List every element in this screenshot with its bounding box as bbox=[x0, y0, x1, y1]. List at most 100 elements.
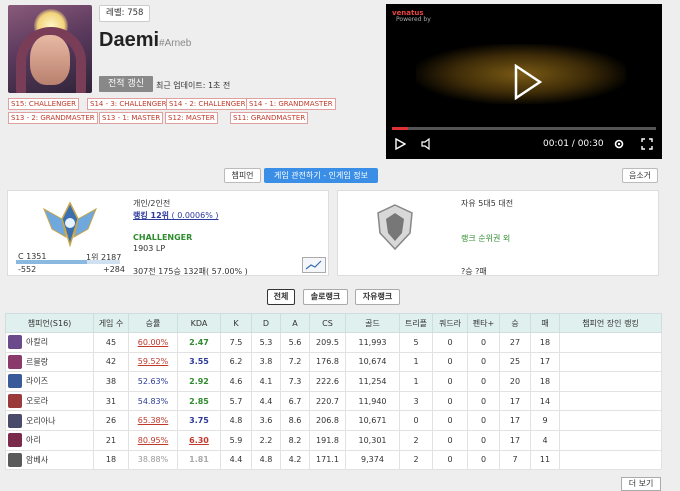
more-button[interactable]: 더 보기 bbox=[621, 477, 661, 491]
losses-cell: 9 bbox=[530, 410, 560, 431]
champion-icon bbox=[8, 354, 22, 369]
video-progress[interactable] bbox=[392, 127, 656, 130]
season-badge: S14 - 3: CHALLENGER bbox=[87, 98, 170, 110]
lp-plus: +284 bbox=[103, 265, 125, 274]
season-badge: S11: GRANDMASTER bbox=[230, 112, 309, 124]
losses-cell: 17 bbox=[530, 351, 560, 373]
table-row: 암베사 18 38.88% 1.81 4.4 4.8 4.2 171.1 9,374 2 0 0 7 11 bbox=[5, 449, 662, 471]
season-badge: S13 - 2: GRANDMASTER bbox=[8, 112, 98, 124]
filter-flex[interactable]: 자유랭크 bbox=[355, 289, 400, 305]
deaths-cell: 4.8 bbox=[251, 449, 281, 471]
games-cell: 26 bbox=[93, 410, 129, 431]
solo-record: 307전 175승 132패( 57.00% ) bbox=[133, 267, 248, 276]
chart-icon[interactable] bbox=[302, 257, 326, 273]
fullscreen-icon[interactable] bbox=[641, 138, 653, 150]
gold-cell: 10,301 bbox=[345, 429, 400, 451]
table-row: 오리아나 26 65.38% 3.75 4.8 3.6 8.6 206.8 10,671 0 0 0 1… bbox=[5, 410, 662, 431]
winrate-cell: 80.95% bbox=[128, 429, 178, 451]
wins-cell: 17 bbox=[499, 410, 531, 431]
triple-cell: 2 bbox=[399, 449, 433, 471]
season-badge: S12: MASTER bbox=[165, 112, 218, 124]
tab-ingame[interactable]: 게임 관전하기 - 인게임 정보 bbox=[264, 168, 378, 183]
champion-cell[interactable]: 라이즈 bbox=[5, 371, 94, 392]
winrate-cell: 65.38% bbox=[128, 410, 178, 431]
col-mastery-rank[interactable]: 챔피언 장인 랭킹 bbox=[559, 313, 662, 333]
tab-champion[interactable]: 챔피언 bbox=[224, 168, 261, 183]
col-wins[interactable]: 승 bbox=[499, 313, 531, 333]
col-kda[interactable]: KDA bbox=[177, 313, 221, 333]
champion-cell[interactable]: 아칼리 bbox=[5, 332, 94, 353]
triple-cell: 3 bbox=[399, 390, 433, 412]
col-quadra[interactable]: 쿼드라 bbox=[432, 313, 468, 333]
flex-queue-label: 자유 5대5 대전 bbox=[461, 199, 514, 208]
champion-cell[interactable]: 아리 bbox=[5, 429, 94, 451]
triple-cell: 1 bbox=[399, 371, 433, 392]
mastery-rank-cell bbox=[559, 332, 662, 353]
losses-cell: 18 bbox=[530, 371, 560, 392]
cs-cell: 209.5 bbox=[309, 332, 346, 353]
deaths-cell: 5.3 bbox=[251, 332, 281, 353]
col-a[interactable]: A bbox=[280, 313, 310, 333]
col-losses[interactable]: 패 bbox=[530, 313, 560, 333]
season-badge: S14 - 1: GRANDMASTER bbox=[246, 98, 336, 110]
champion-cell[interactable]: 르블랑 bbox=[5, 351, 94, 373]
gold-cell: 9,374 bbox=[345, 449, 400, 471]
games-cell: 21 bbox=[93, 429, 129, 451]
video-player[interactable]: Powered by venatus 00:01 / 00:30 bbox=[386, 4, 662, 159]
penta-cell: 0 bbox=[467, 429, 500, 451]
col-penta[interactable]: 펜타+ bbox=[467, 313, 500, 333]
assists-cell: 5.6 bbox=[280, 332, 310, 353]
col-gold[interactable]: 골드 bbox=[345, 313, 400, 333]
quadra-cell: 0 bbox=[432, 449, 468, 471]
mute-button[interactable]: 음소거 bbox=[622, 168, 658, 183]
col-triple[interactable]: 트리플 bbox=[399, 313, 433, 333]
col-k[interactable]: K bbox=[220, 313, 252, 333]
champion-cell[interactable]: 암베사 bbox=[5, 449, 94, 471]
champion-name: 오리아나 bbox=[26, 416, 56, 426]
champion-cell[interactable]: 오로라 bbox=[5, 390, 94, 412]
table-row: 아리 21 80.95% 6.30 5.9 2.2 8.2 191.8 10,301 2 0 0 17 4 bbox=[5, 429, 662, 451]
deaths-cell: 2.2 bbox=[251, 429, 281, 451]
watermark: venatus bbox=[392, 9, 424, 17]
challenger-emblem-icon bbox=[43, 201, 97, 248]
wins-cell: 17 bbox=[499, 390, 531, 412]
kda-cell: 3.75 bbox=[177, 410, 221, 431]
filter-solo[interactable]: 솔로랭크 bbox=[303, 289, 348, 305]
refresh-button[interactable]: 전적 갱신 bbox=[99, 76, 153, 92]
losses-cell: 14 bbox=[530, 390, 560, 412]
penta-cell: 0 bbox=[467, 332, 500, 353]
table-row: 라이즈 38 52.63% 2.92 4.6 4.1 7.3 222.6 11,254 1 0 0 20… bbox=[5, 371, 662, 392]
solo-rank-link[interactable]: 랭킹 12위 ( 0.0006% ) bbox=[133, 210, 218, 221]
champion-icon bbox=[8, 433, 22, 448]
col-winrate[interactable]: 승률 bbox=[128, 313, 178, 333]
deaths-cell: 3.8 bbox=[251, 351, 281, 373]
gear-icon[interactable] bbox=[613, 138, 625, 150]
penta-cell: 0 bbox=[467, 390, 500, 412]
col-champion[interactable]: 챔피언(S16) bbox=[5, 313, 94, 333]
champion-name: 라이즈 bbox=[26, 376, 49, 386]
col-d[interactable]: D bbox=[251, 313, 281, 333]
col-games[interactable]: 게임 수 bbox=[93, 313, 129, 333]
champion-icon bbox=[8, 394, 22, 409]
volume-icon[interactable] bbox=[421, 138, 433, 150]
col-cs[interactable]: CS bbox=[309, 313, 346, 333]
assists-cell: 7.2 bbox=[280, 351, 310, 373]
gold-cell: 11,254 bbox=[345, 371, 400, 392]
play-icon[interactable] bbox=[514, 64, 542, 100]
lp-minus: -552 bbox=[18, 265, 37, 274]
champion-cell[interactable]: 오리아나 bbox=[5, 410, 94, 431]
champion-name: 아칼리 bbox=[26, 337, 49, 347]
kda-cell: 6.30 bbox=[177, 429, 221, 451]
last-updated: 최근 업데이트: 1초 전 bbox=[156, 81, 231, 90]
triple-cell: 2 bbox=[399, 429, 433, 451]
wins-cell: 25 bbox=[499, 351, 531, 373]
gold-cell: 11,993 bbox=[345, 332, 400, 353]
wins-cell: 20 bbox=[499, 371, 531, 392]
play-button-icon[interactable] bbox=[394, 138, 406, 150]
quadra-cell: 0 bbox=[432, 351, 468, 373]
season-badge: S13 - 1: MASTER bbox=[99, 112, 164, 124]
mastery-rank-cell bbox=[559, 449, 662, 471]
kills-cell: 4.4 bbox=[220, 449, 252, 471]
filter-all[interactable]: 전체 bbox=[267, 289, 295, 305]
triple-cell: 0 bbox=[399, 410, 433, 431]
